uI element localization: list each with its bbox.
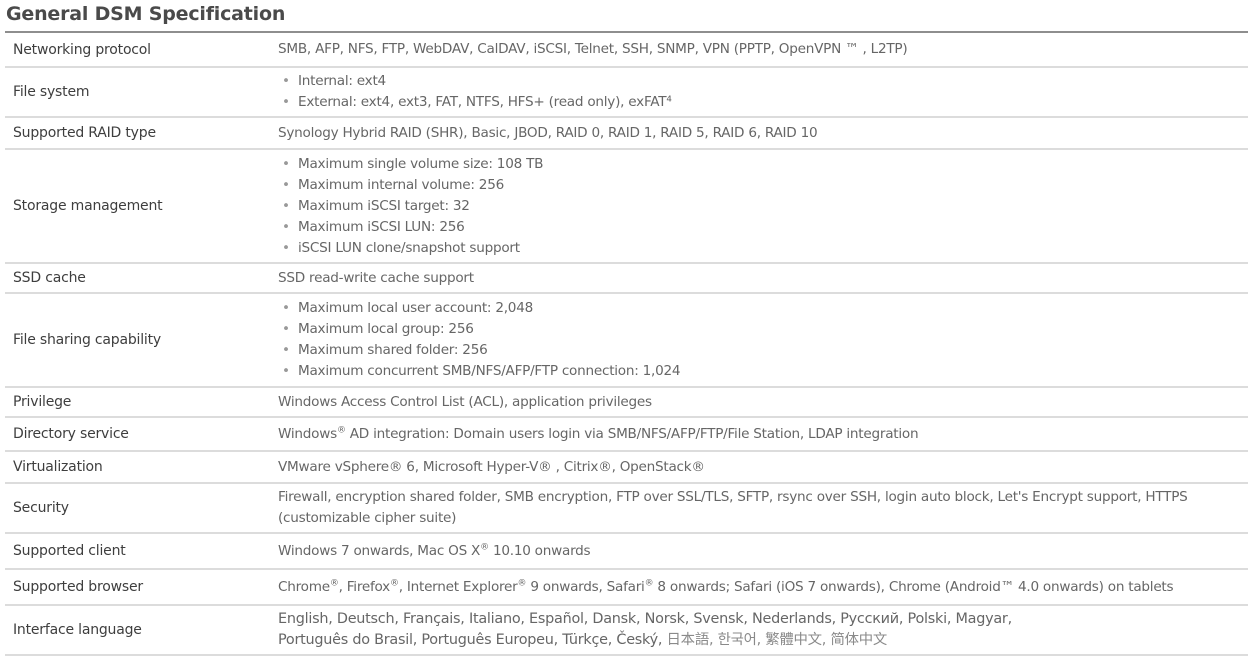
spec-value: Windows 7 onwards, Mac OS X® 10.10 onwar…: [270, 541, 1248, 562]
spec-row-storage-management: Storage management • Maximum single volum…: [5, 150, 1248, 264]
spec-bullet-list: • Internal: ext4 • External: ext4, ext3, F…: [278, 71, 1248, 113]
list-item: • External: ext4, ext3, FAT, NTFS, HFS+ (…: [278, 92, 1248, 113]
spec-value: SSD read-write cache support: [270, 268, 1248, 289]
spec-row-ssd-cache: SSD cache SSD read-write cache support: [5, 264, 1248, 294]
bullet-icon: •: [282, 239, 290, 256]
spec-value-text: VMware vSphere® 6, Microsoft Hyper-V® , …: [278, 458, 705, 475]
spec-label: SSD cache: [13, 270, 86, 286]
list-item: • Maximum iSCSI target: 32: [278, 196, 1248, 217]
registered-mark: ®: [389, 577, 399, 588]
list-item: • Maximum concurrent SMB/NFS/AFP/FTP conn…: [278, 361, 1248, 382]
spec-row-security: Security Firewall, encryption shared fol…: [5, 484, 1248, 534]
bullet-icon: •: [282, 363, 290, 379]
spec-label: Supported browser: [13, 579, 143, 595]
bullet-icon: •: [282, 197, 290, 214]
list-item: • Maximum local user account: 2,048: [278, 298, 1248, 319]
spec-row-file-system: File system • Internal: ext4 • External: e…: [5, 68, 1248, 118]
spec-value: Synology Hybrid RAID (SHR), Basic, JBOD,…: [270, 123, 1248, 144]
spec-value-text: Chrome®, Firefox®, Internet Explorer® 9 …: [278, 577, 1174, 595]
list-item: • Maximum local group: 256: [278, 319, 1248, 340]
spec-value-text: SSD read-write cache support: [278, 269, 474, 286]
spec-value-text: Synology Hybrid RAID (SHR), Basic, JBOD,…: [278, 124, 818, 141]
list-item: • Maximum iSCSI LUN: 256: [278, 217, 1248, 238]
spec-value: • Internal: ext4 • External: ext4, ext3, F…: [270, 71, 1248, 113]
cjk-languages: 日本語, 한국어, 繁體中文, 简体中文: [662, 632, 888, 648]
bullet-icon: •: [282, 73, 290, 89]
registered-mark: ®: [480, 541, 489, 552]
spec-label: Interface language: [13, 622, 142, 638]
spec-value: Windows Access Control List (ACL), appli…: [270, 392, 1248, 413]
spec-label: Storage management: [13, 198, 163, 214]
spec-label: Security: [13, 500, 69, 516]
spec-row-supported-client: Supported client Windows 7 onwards, Mac …: [5, 534, 1248, 570]
spec-row-networking-protocol: Networking protocol SMB, AFP, NFS, FTP, …: [5, 33, 1248, 68]
spec-value: • Maximum local user account: 2,048 • Maxi…: [270, 298, 1248, 382]
list-item: • Maximum internal volume: 256: [278, 175, 1248, 196]
list-item: • Maximum single volume size: 108 TB: [278, 154, 1248, 175]
spec-row-virtualization: Virtualization VMware vSphere® 6, Micros…: [5, 452, 1248, 484]
spec-value-text: Windows® AD integration: Domain users lo…: [278, 424, 919, 442]
spec-value: English, Deutsch, Français, Italiano, Es…: [270, 609, 1248, 651]
spec-value-text: Windows Access Control List (ACL), appli…: [278, 393, 652, 410]
spec-value: Windows® AD integration: Domain users lo…: [270, 424, 1248, 445]
spec-value-line: English, Deutsch, Français, Italiano, Es…: [278, 611, 1012, 627]
spec-row-directory-service: Directory service Windows® AD integratio…: [5, 418, 1248, 452]
spec-table: Networking protocol SMB, AFP, NFS, FTP, …: [5, 33, 1248, 656]
spec-label: Supported client: [13, 543, 126, 559]
page-title: General DSM Specification: [6, 3, 286, 25]
spec-label: Supported RAID type: [13, 125, 156, 141]
spec-value: • Maximum single volume size: 108 TB • Max…: [270, 154, 1248, 259]
registered-mark: ®: [336, 424, 346, 435]
spec-row-interface-language: Interface language English, Deutsch, Fra…: [5, 606, 1248, 656]
spec-label: Virtualization: [13, 459, 103, 475]
list-item: • Internal: ext4: [278, 71, 1248, 92]
list-item: • iSCSI LUN clone/snapshot support: [278, 238, 1248, 259]
spec-value: SMB, AFP, NFS, FTP, WebDAV, CalDAV, iSCS…: [270, 39, 1248, 60]
spec-row-file-sharing-capability: File sharing capability • Maximum local u…: [5, 294, 1248, 388]
spec-label: Networking protocol: [13, 41, 151, 58]
spec-label: Privilege: [13, 394, 72, 410]
bullet-icon: •: [282, 218, 290, 235]
spec-value-line: Português do Brasil, Português Europeu, …: [278, 632, 888, 648]
spec-bullet-list: • Maximum single volume size: 108 TB • Max…: [278, 154, 1248, 259]
bullet-icon: •: [282, 155, 290, 172]
spec-value-text: SMB, AFP, NFS, FTP, WebDAV, CalDAV, iSCS…: [278, 41, 908, 57]
spec-row-supported-browser: Supported browser Chrome®, Firefox®, Int…: [5, 570, 1248, 606]
bullet-icon: •: [282, 342, 290, 358]
bullet-icon: •: [282, 300, 290, 316]
spec-label: File system: [13, 84, 90, 100]
spec-bullet-list: • Maximum local user account: 2,048 • Maxi…: [278, 298, 1248, 382]
registered-mark: ®: [517, 577, 527, 588]
registered-mark: ®: [329, 577, 339, 588]
spec-value-text: Windows 7 onwards, Mac OS X® 10.10 onwar…: [278, 541, 591, 559]
bullet-icon: •: [282, 176, 290, 193]
spec-value: Firewall, encryption shared folder, SMB …: [270, 487, 1248, 529]
spec-row-supported-raid-type: Supported RAID type Synology Hybrid RAID…: [5, 118, 1248, 150]
spec-value-line: (customizable cipher suite): [278, 510, 457, 526]
bullet-icon: •: [282, 321, 290, 337]
spec-value-line: Firewall, encryption shared folder, SMB …: [278, 489, 1188, 505]
spec-label: File sharing capability: [13, 332, 161, 348]
spec-row-privilege: Privilege Windows Access Control List (A…: [5, 388, 1248, 418]
spec-value: VMware vSphere® 6, Microsoft Hyper-V® , …: [270, 457, 1248, 478]
spec-label: Directory service: [13, 426, 129, 442]
bullet-icon: •: [282, 94, 290, 110]
list-item: • Maximum shared folder: 256: [278, 340, 1248, 361]
spec-value: Chrome®, Firefox®, Internet Explorer® 9 …: [270, 577, 1248, 598]
